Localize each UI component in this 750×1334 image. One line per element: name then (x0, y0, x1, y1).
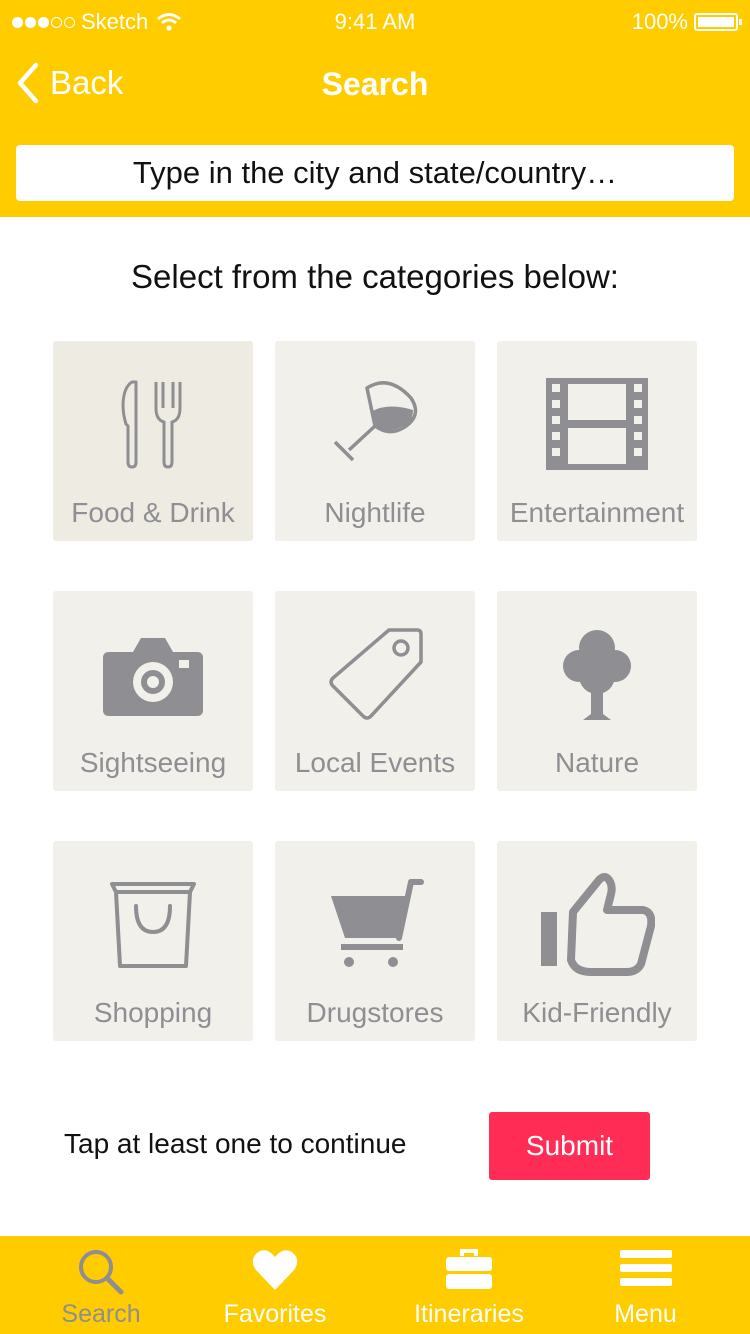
film-strip-icon (546, 378, 648, 470)
category-tile-sightseeing[interactable]: Sightseeing (53, 591, 253, 791)
heart-icon (252, 1250, 298, 1290)
briefcase-icon (446, 1249, 492, 1289)
battery: 100% (631, 9, 742, 35)
categories-prompt: Select from the categories below: (131, 258, 619, 295)
wine-glass-icon (333, 381, 418, 462)
tab-itineraries[interactable]: Itineraries (398, 1236, 540, 1334)
status-bar: Sketch 9:41 AM 100% (0, 0, 750, 44)
menu-icon (619, 1250, 672, 1286)
category-tile-nightlife[interactable]: Nightlife (275, 341, 475, 541)
category-tile-nature[interactable]: Nature (497, 591, 697, 791)
category-label: Sightseeing (79, 747, 227, 778)
camera-icon (103, 638, 203, 716)
battery-icon (694, 13, 742, 31)
fork-knife-icon (121, 380, 182, 469)
continue-hint: Tap at least one to continue (64, 1128, 407, 1159)
category-label: Local Events (294, 747, 456, 778)
page-title: Search (321, 66, 429, 102)
header: Sketch 9:41 AM 100% Back Search (0, 0, 750, 217)
category-tile-shopping[interactable]: Shopping (53, 841, 253, 1041)
thumbs-up-icon (541, 873, 655, 976)
battery-percent: 100% (631, 9, 688, 34)
category-label: Shopping (93, 997, 213, 1028)
tab-menu[interactable]: Menu (588, 1236, 703, 1334)
category-tile-food-drink[interactable]: Food & Drink (53, 341, 253, 541)
tab-label: Search (61, 1300, 141, 1328)
category-label: Drugstores (306, 997, 444, 1028)
tab-label: Menu (614, 1300, 677, 1328)
shopping-bag-icon (110, 882, 196, 968)
category-label: Nature (554, 747, 640, 778)
category-tile-local-events[interactable]: Local Events (275, 591, 475, 791)
category-tile-entertainment[interactable]: Entertainment (497, 341, 697, 541)
category-label: Entertainment (509, 497, 685, 528)
city-search-input[interactable] (16, 145, 734, 201)
tab-bar: Search Favorites Itineraries Menu (0, 1236, 750, 1334)
cart-icon (331, 879, 424, 967)
tree-icon (563, 630, 631, 720)
category-label: Food & Drink (71, 497, 235, 528)
tab-search[interactable]: Search (40, 1236, 162, 1334)
tag-icon (329, 628, 423, 720)
category-tile-kid-friendly[interactable]: Kid-Friendly (497, 841, 697, 1041)
submit-button[interactable]: Submit (489, 1112, 650, 1180)
search-icon (79, 1250, 124, 1295)
category-label: Nightlife (324, 497, 426, 528)
category-label: Kid-Friendly (522, 997, 672, 1028)
tab-label: Favorites (223, 1300, 327, 1328)
tab-favorites[interactable]: Favorites (205, 1236, 345, 1334)
category-tile-drugstores[interactable]: Drugstores (275, 841, 475, 1041)
tab-label: Itineraries (414, 1300, 524, 1328)
